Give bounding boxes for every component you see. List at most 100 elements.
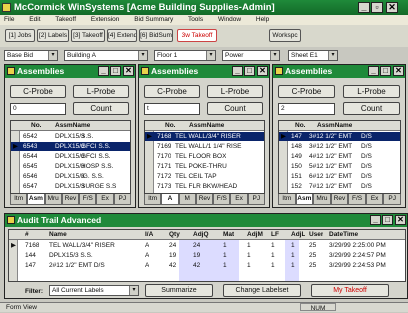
my-takeoff-button[interactable]: My Takeoff bbox=[311, 284, 389, 297]
col-name-header[interactable]: Name bbox=[49, 230, 67, 239]
assembly-view-tab[interactable]: Asm bbox=[27, 194, 45, 205]
assembly-view-tab[interactable]: PJ bbox=[113, 194, 131, 205]
list-item[interactable]: 152 7#12 1/2" EMT D/S bbox=[279, 182, 400, 191]
minimize-icon[interactable]: _ bbox=[98, 66, 109, 76]
close-icon[interactable]: ✕ bbox=[395, 215, 406, 225]
assembly-view-tab[interactable]: M bbox=[178, 194, 196, 205]
list-item[interactable]: 6545 DPLX15/3 HOSP S.S. bbox=[11, 162, 130, 171]
tab-labels[interactable]: [2] Labels bbox=[37, 29, 69, 42]
summarize-button[interactable]: Summarize bbox=[145, 284, 213, 297]
menu-bid-summary[interactable]: Bid Summary bbox=[134, 16, 173, 23]
table-row[interactable]: ▶ 7168 TEL WALL/3/4" RISER A 24 24 1 1 1 1 25 3/29/… bbox=[9, 241, 405, 250]
list-item[interactable]: 6546 DPLX15/3 IG. S.S. bbox=[11, 172, 130, 181]
tab-workspc[interactable]: Workspc bbox=[269, 29, 301, 42]
audit-grid[interactable]: # Name I/A Qty AdjQ Mat AdjM LF AdjL User DateTime… bbox=[8, 229, 406, 282]
assembly-view-tab[interactable]: Ex bbox=[365, 194, 384, 205]
close-icon[interactable]: ✕ bbox=[393, 66, 404, 76]
list-item[interactable]: 7171 TEL POKE-THRU bbox=[145, 162, 264, 171]
list-item[interactable]: 149 4#12 1/2" EMT D/S bbox=[279, 152, 400, 161]
list-item[interactable]: 150 5#12 1/2" EMT D/S bbox=[279, 162, 400, 171]
select-building[interactable]: Building A bbox=[64, 50, 148, 61]
tab-bidsum[interactable]: [6] BidSum bbox=[139, 29, 173, 42]
assembly-view-tab[interactable]: Mru bbox=[313, 194, 331, 205]
tab-extend[interactable]: [4] Extend bbox=[107, 29, 137, 42]
list-item[interactable]: 7172 TEL CEIL TAP bbox=[145, 172, 264, 181]
table-row[interactable]: 144 DPLX15/3 S.S. A 19 19 1 1 1 1 25 3/29/99 2:24:… bbox=[9, 251, 405, 260]
tab-takeoff[interactable]: [3] Takeoff bbox=[71, 29, 105, 42]
assembly-view-tab[interactable]: Mru bbox=[44, 194, 62, 205]
count-button[interactable]: Count bbox=[73, 102, 129, 115]
assemblies-title-bar-1[interactable]: Assemblies _ □ ✕ bbox=[5, 65, 135, 78]
maximize-icon[interactable]: □ bbox=[110, 66, 121, 76]
assembly-list-1[interactable]: No. AssmName 6542 DPLX15/3 S.S. ▶ 6543 DPLX15… bbox=[10, 120, 131, 194]
col-adjq-header[interactable]: AdjQ bbox=[193, 230, 209, 239]
minimize-button[interactable]: _ bbox=[358, 2, 370, 13]
assembly-filter-input[interactable]: 2 bbox=[278, 103, 335, 115]
select-floor[interactable]: Floor 1 bbox=[154, 50, 216, 61]
assemblies-title-bar-2[interactable]: Assemblies _ □ ✕ bbox=[139, 65, 269, 78]
assembly-list-2[interactable]: No. AssmName ▶ 7168 TEL WALL/3/4" RISER 716… bbox=[144, 120, 265, 194]
menu-file[interactable]: File bbox=[4, 16, 14, 23]
tab-jobs[interactable]: [1] Jobs bbox=[5, 29, 35, 42]
table-row[interactable]: 147 2#12 1/2" EMT D/S A 42 42 1 1 1 1 25 3/29/99 2… bbox=[9, 261, 405, 270]
minimize-icon[interactable]: _ bbox=[232, 66, 243, 76]
list-item[interactable]: ▶ 7168 TEL WALL/3/4" RISER bbox=[145, 132, 264, 141]
col-user-header[interactable]: User bbox=[309, 230, 323, 239]
select-system[interactable]: Power bbox=[222, 50, 280, 61]
menu-takeoff[interactable]: Takeoff bbox=[55, 16, 76, 23]
menu-window[interactable]: Window bbox=[218, 16, 241, 23]
assembly-view-tab[interactable]: Ex bbox=[96, 194, 114, 205]
tab-my-takeoff[interactable]: 3w Takeoff bbox=[177, 29, 217, 42]
assembly-view-tab[interactable]: F/S bbox=[213, 194, 231, 205]
maximize-icon[interactable]: □ bbox=[244, 66, 255, 76]
list-item[interactable]: 7169 TEL WALL/1 1/4" RISE bbox=[145, 142, 264, 151]
assembly-view-tab[interactable]: Asm bbox=[295, 194, 314, 205]
assembly-view-tab[interactable]: F/S bbox=[79, 194, 97, 205]
c-probe-button[interactable]: C-Probe bbox=[144, 85, 200, 98]
menu-edit[interactable]: Edit bbox=[29, 16, 40, 23]
assembly-view-tab[interactable]: Itm bbox=[278, 194, 296, 205]
assembly-filter-input[interactable]: 0 bbox=[10, 103, 66, 115]
col-datetime-header[interactable]: DateTime bbox=[329, 230, 358, 239]
filter-select[interactable]: All Current Labels bbox=[49, 285, 139, 296]
assembly-view-tab[interactable]: Rev bbox=[330, 194, 349, 205]
assembly-view-tab[interactable]: Rev bbox=[61, 194, 80, 205]
col-adjm-header[interactable]: AdjM bbox=[247, 230, 263, 239]
l-probe-button[interactable]: L-Probe bbox=[73, 85, 129, 98]
list-item[interactable]: 6547 DPLX15/3 SURGE S.S bbox=[11, 182, 130, 191]
list-item[interactable]: 7170 TEL FLOOR BOX bbox=[145, 152, 264, 161]
col-ia-header[interactable]: I/A bbox=[145, 230, 153, 239]
assembly-view-tab[interactable]: Itm bbox=[144, 194, 162, 205]
menu-tools[interactable]: Tools bbox=[188, 16, 203, 23]
change-labelset-button[interactable]: Change Labelset bbox=[223, 284, 301, 297]
list-item[interactable]: ▶ 147 3#12 1/2" EMT D/S bbox=[279, 132, 400, 141]
menu-extension[interactable]: Extension bbox=[91, 16, 120, 23]
l-probe-button[interactable]: L-Probe bbox=[343, 85, 400, 98]
assembly-view-tab[interactable]: Itm bbox=[10, 194, 28, 205]
c-probe-button[interactable]: C-Probe bbox=[278, 85, 335, 98]
restore-button[interactable]: ▫ bbox=[371, 2, 383, 13]
audit-title-bar[interactable]: Audit Trail Advanced _ □ ✕ bbox=[5, 214, 407, 227]
minimize-icon[interactable]: _ bbox=[370, 215, 381, 225]
count-button[interactable]: Count bbox=[343, 102, 400, 115]
assembly-view-tab[interactable]: F/S bbox=[348, 194, 366, 205]
assembly-view-tab[interactable]: PJ bbox=[247, 194, 265, 205]
maximize-icon[interactable]: □ bbox=[380, 66, 391, 76]
c-probe-button[interactable]: C-Probe bbox=[10, 85, 66, 98]
menu-help[interactable]: Help bbox=[256, 16, 269, 23]
list-item[interactable]: 6542 DPLX15/3 S.S. bbox=[11, 132, 130, 141]
assembly-view-tab[interactable]: Rev bbox=[195, 194, 214, 205]
col-num-header[interactable]: # bbox=[25, 230, 29, 239]
close-button[interactable]: ✕ bbox=[386, 2, 398, 13]
assembly-filter-input[interactable]: t bbox=[144, 103, 200, 115]
list-item[interactable]: 7173 TEL FLR BKW/HEAD bbox=[145, 182, 264, 191]
close-icon[interactable]: ✕ bbox=[257, 66, 268, 76]
count-button[interactable]: Count bbox=[207, 102, 263, 115]
select-sheet[interactable]: Sheet E1 bbox=[288, 50, 338, 61]
list-item[interactable]: 148 3#12 1/2" EMT D/S bbox=[279, 142, 400, 151]
assemblies-title-bar-3[interactable]: Assemblies _ □ ✕ bbox=[273, 65, 405, 78]
list-item[interactable]: 6544 DPLX15/3 GFCI S.S. bbox=[11, 152, 130, 161]
app-icon[interactable] bbox=[2, 3, 11, 12]
select-base-bid[interactable]: Base Bid bbox=[4, 50, 58, 61]
assembly-view-tab[interactable]: A bbox=[161, 194, 179, 205]
